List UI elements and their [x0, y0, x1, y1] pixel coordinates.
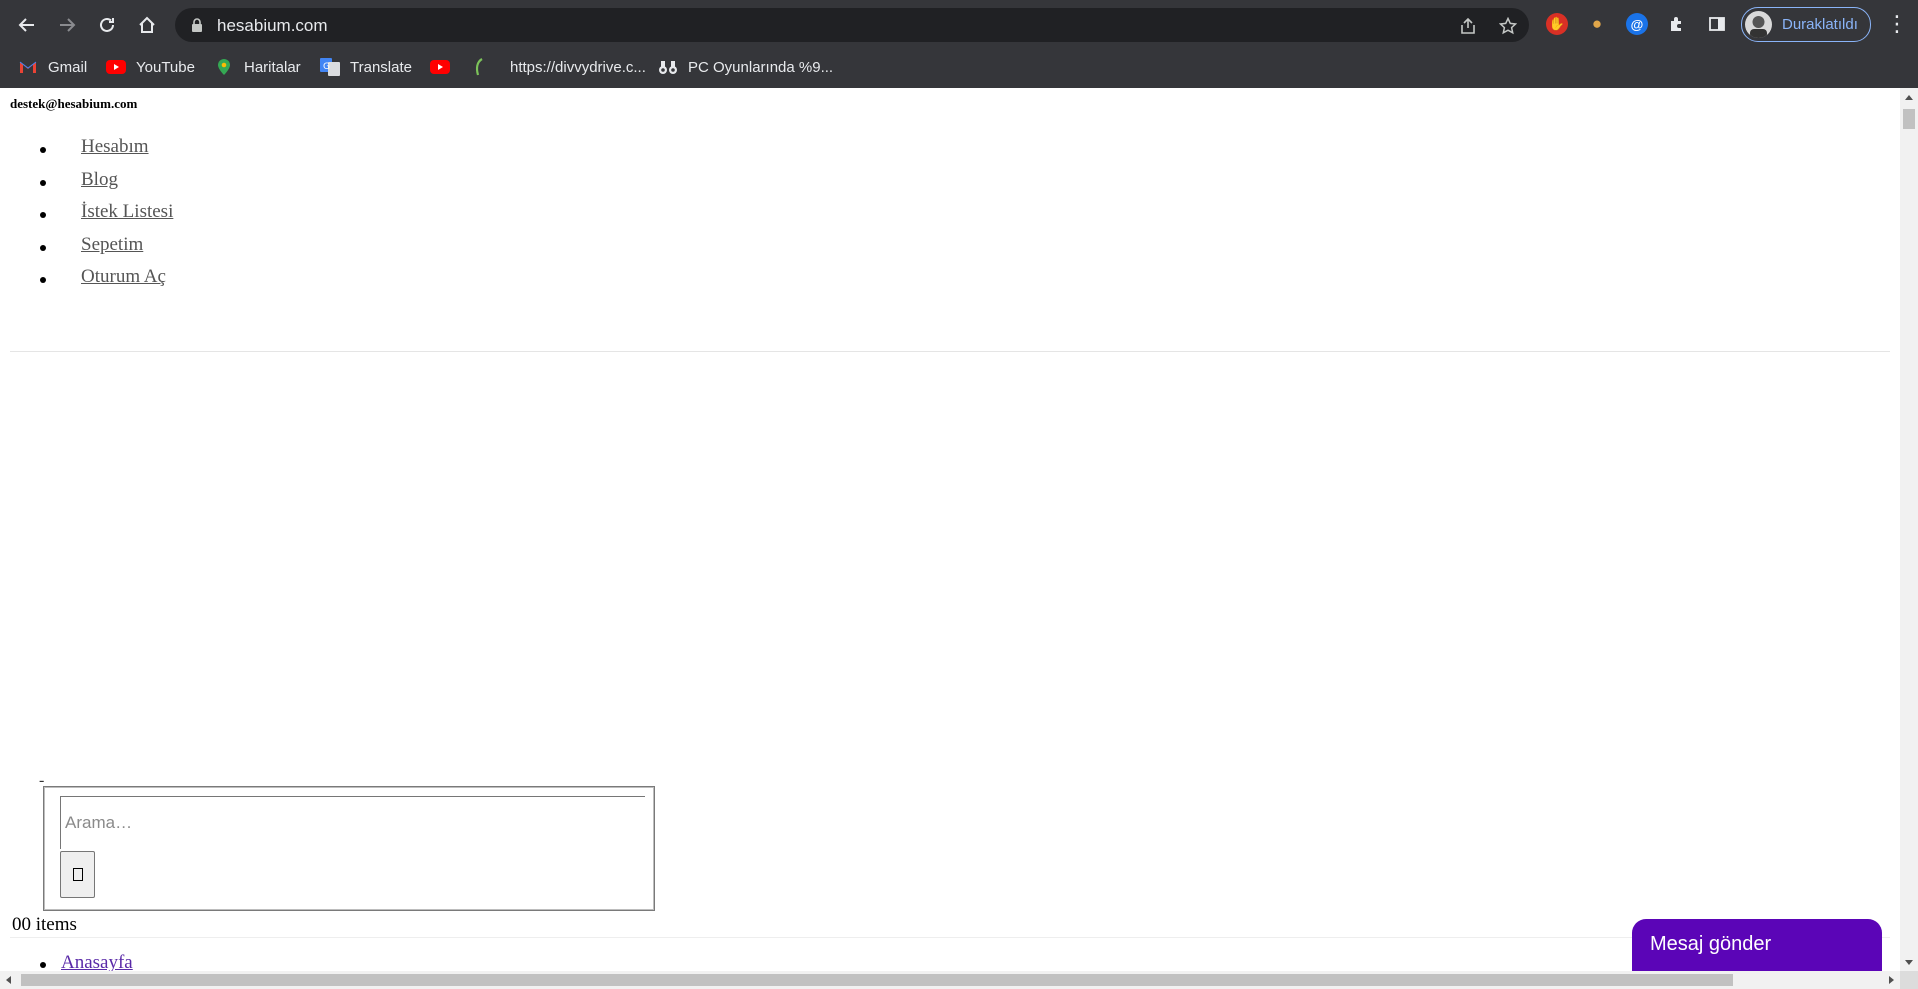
browser-chrome: hesabium.com ✋ ● @ Duraklatıldı ⋮ Gmail … — [0, 0, 1918, 88]
divvydrive-icon — [470, 58, 490, 76]
menu-link-istek-listesi[interactable]: İstek Listesi — [81, 202, 173, 222]
bookmark-gmail[interactable]: Gmail — [18, 55, 87, 79]
url-text[interactable]: hesabium.com — [217, 16, 328, 36]
bookmark-pc-oyunlari[interactable]: PC Oyunlarında %9... — [658, 55, 833, 79]
divider — [10, 351, 1890, 352]
vertical-scrollbar[interactable] — [1900, 88, 1918, 971]
profile-button[interactable]: Duraklatıldı — [1741, 7, 1871, 42]
bookmarks-bar: Gmail YouTube Haritalar G Translate http… — [0, 48, 1918, 88]
bookmark-youtube-2[interactable] — [430, 55, 460, 79]
page-viewport: destek@hesabium.com Hesabım Blog İstek L… — [0, 88, 1900, 971]
share-icon[interactable] — [1457, 15, 1479, 37]
menu-link-sepetim[interactable]: Sepetim — [81, 234, 143, 255]
bookmark-haritalar[interactable]: Haritalar — [214, 55, 301, 79]
cookie-icon[interactable]: ● — [1586, 13, 1608, 35]
scroll-right-icon[interactable] — [1889, 976, 1894, 984]
bookmark-star-icon[interactable] — [1497, 15, 1519, 37]
browser-menu-icon[interactable]: ⋮ — [1886, 12, 1908, 36]
menu-link-blog[interactable]: Blog — [81, 169, 118, 190]
gmail-icon — [18, 58, 38, 76]
scrollbar-corner — [1900, 971, 1918, 989]
forward-arrow-icon[interactable] — [54, 12, 80, 38]
cart-items-count: 00 items — [12, 914, 77, 935]
horizontal-scrollbar[interactable] — [0, 971, 1900, 989]
menu-link-oturum-ac[interactable]: Oturum Aç — [81, 267, 166, 287]
nav-item-anasayfa: Anasayfa — [0, 952, 400, 971]
scroll-left-icon[interactable] — [6, 976, 11, 984]
svg-text:G: G — [323, 62, 330, 72]
bookmark-divvydrive[interactable]: https://divvydrive.c... — [470, 55, 646, 79]
scroll-up-icon[interactable] — [1905, 95, 1913, 100]
search-icon — [72, 868, 83, 881]
search-form — [43, 786, 655, 911]
address-bar[interactable]: hesabium.com — [175, 8, 1529, 42]
youtube-icon — [430, 58, 450, 76]
horizontal-scroll-thumb[interactable] — [21, 974, 1733, 986]
divider — [10, 937, 1890, 938]
home-icon[interactable] — [134, 12, 160, 38]
search-button[interactable] — [60, 851, 95, 898]
at-sign-icon[interactable]: @ — [1626, 13, 1648, 35]
binoculars-icon — [658, 58, 678, 76]
reload-icon[interactable] — [94, 12, 120, 38]
adblock-icon[interactable]: ✋ — [1546, 13, 1568, 35]
nav-link-anasayfa[interactable]: Anasayfa — [61, 952, 133, 971]
back-arrow-icon[interactable] — [14, 12, 40, 38]
puzzle-icon[interactable] — [1666, 13, 1688, 35]
avatar — [1745, 11, 1772, 38]
chat-widget-button[interactable]: Mesaj gönder — [1632, 919, 1882, 971]
support-email: destek@hesabium.com — [10, 96, 138, 111]
browser-toolbar: hesabium.com ✋ ● @ Duraklatıldı ⋮ — [0, 0, 1918, 48]
youtube-icon — [106, 58, 126, 76]
bookmark-youtube[interactable]: YouTube — [106, 55, 195, 79]
search-input[interactable] — [60, 796, 645, 849]
maps-icon — [214, 58, 234, 76]
vertical-scroll-thumb[interactable] — [1903, 109, 1915, 129]
side-panel-icon[interactable] — [1706, 13, 1728, 35]
menu-link-hesabim[interactable]: Hesabım — [81, 137, 149, 157]
profile-status: Duraklatıldı — [1782, 16, 1858, 33]
translate-icon: G — [320, 58, 340, 76]
scroll-down-icon[interactable] — [1905, 960, 1913, 965]
lock-icon — [192, 18, 202, 32]
bookmark-translate[interactable]: G Translate — [320, 55, 412, 79]
